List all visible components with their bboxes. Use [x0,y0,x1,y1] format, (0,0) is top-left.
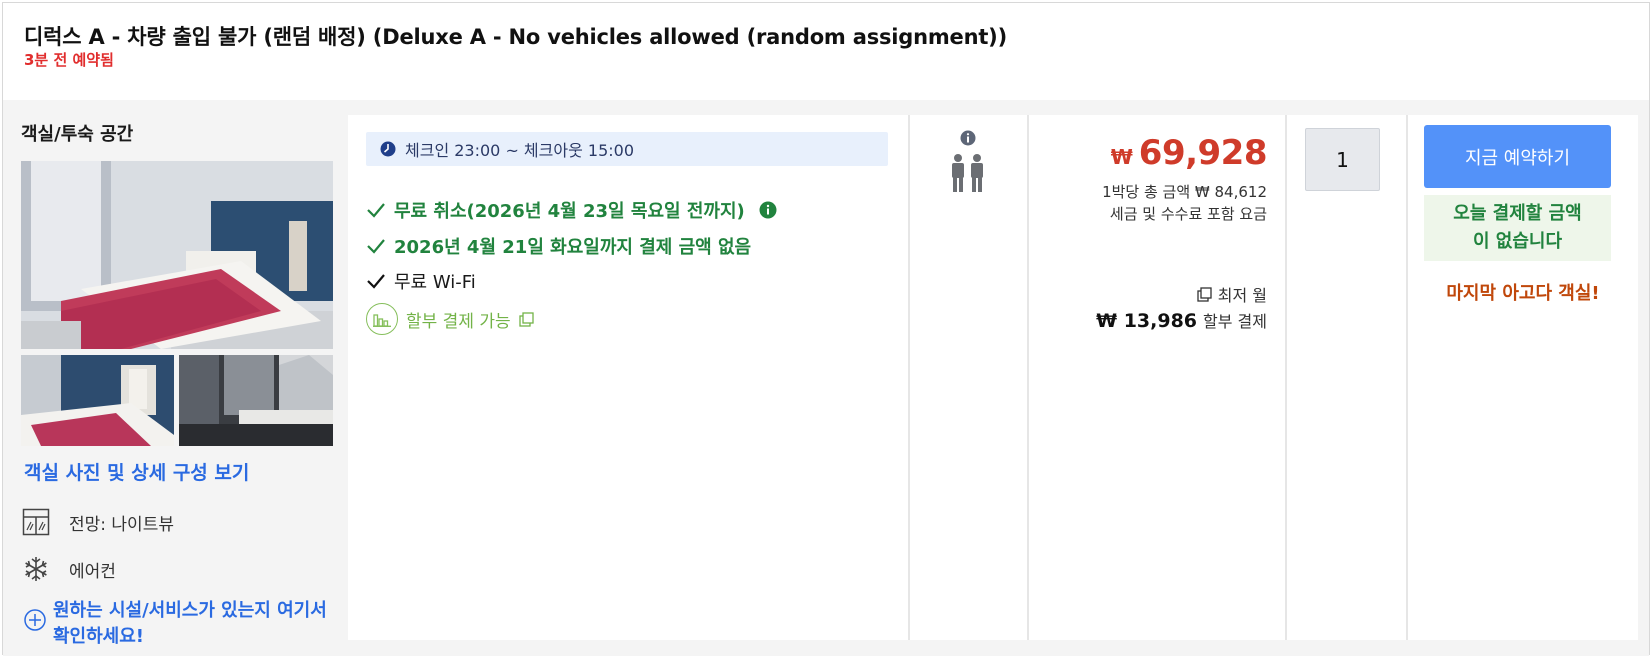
space-title: 객실/투숙 공간 [21,124,134,145]
snowflake-icon [21,554,51,584]
room-photo-bed[interactable] [21,355,174,446]
no-payment-today-box: 오늘 결제할 금액 이 없습니다 [1424,195,1611,261]
benefit-pay-later: 2026년 4월 21일 화요일까지 결제 금액 없음 [366,233,751,259]
external-link-icon [1197,286,1212,302]
facility-view: 전망: 나이트뷰 [21,505,174,539]
per-night-total: 1박당 총 금액 ₩ 84,612 [1102,183,1267,201]
book-now-button[interactable]: 지금 예약하기 [1424,125,1611,188]
view-room-photos-link[interactable]: 객실 사진 및 상세 구성 보기 [24,458,249,485]
clock-icon [380,141,396,157]
quantity-panel: 1 [1287,115,1406,640]
room-space-column: 객실/투숙 공간 객실 사진 및 상세 구성 보기 전망: 나이트뷰 에어컨 원… [3,100,347,656]
room-header: 디럭스 A - 차량 출입 불가 (랜덤 배정) (Deluxe A - No … [3,3,1649,100]
check-icon [367,274,385,289]
facility-label: 에어컨 [69,561,116,582]
installment-chart-icon [366,303,398,335]
plus-circle-icon [23,608,47,632]
find-facilities-link[interactable]: 원하는 시설/서비스가 있는지 여기서 확인하세요! [23,598,335,650]
benefit-text: 2026년 4월 21일 화요일까지 결제 금액 없음 [394,237,752,258]
room-photo-bathroom[interactable] [179,355,333,446]
monthly-installment-label[interactable]: 최저 월 [1197,282,1267,306]
external-link-icon [519,311,534,327]
window-view-icon [21,507,51,537]
tax-note: 세금 및 수수료 포함 요금 [1109,205,1267,223]
checkin-text: 체크인 23:00 ~ 체크아웃 15:00 [405,141,635,160]
room-title: 디럭스 A - 차량 출입 불가 (랜덤 배정) (Deluxe A - No … [24,25,1007,49]
benefit-free-cancellation: 무료 취소(2026년 4월 23일 목요일 전까지) [366,197,777,223]
room-body: 객실/투숙 공간 객실 사진 및 상세 구성 보기 전망: 나이트뷰 에어컨 원… [3,100,1649,656]
last-room-alert: 마지막 아고다 객실! [1446,283,1600,304]
facility-aircon: 에어컨 [21,552,116,586]
monthly-amount-suffix: 할부 결제 [1203,312,1267,331]
installment-text: 할부 결제 가능 [406,311,511,332]
info-icon[interactable] [759,201,777,219]
checkin-times: 체크인 23:00 ~ 체크아웃 15:00 [366,132,888,166]
price-amount: 69,928 [1138,133,1268,173]
installment-link[interactable]: 할부 결제 가능 [366,303,534,335]
benefits-panel: 체크인 23:00 ~ 체크아웃 15:00 무료 취소(2026년 4월 23… [348,115,908,640]
find-facilities-text: 원하는 시설/서비스가 있는지 여기서 확인하세요! [53,600,327,647]
no-pay-line-2: 이 없습니다 [1472,231,1563,252]
recently-booked-badge: 3분 전 예약됨 [24,51,114,69]
benefit-text: 무료 취소(2026년 4월 23일 목요일 전까지) [394,201,745,222]
room-quantity-select[interactable]: 1 [1305,128,1380,191]
room-photo-main[interactable] [21,161,333,349]
benefit-free-wifi: 무료 Wi-Fi [366,268,476,294]
check-icon [367,203,385,218]
two-adults-icon [952,154,983,192]
monthly-amount-value: ₩ 13,986 [1096,310,1198,332]
benefit-text: 무료 Wi-Fi [394,272,476,293]
facility-label: 전망: 나이트뷰 [69,514,174,535]
monthly-label-text: 최저 월 [1217,286,1267,305]
occupancy-panel [910,115,1027,640]
booking-panel: 지금 예약하기 오늘 결제할 금액 이 없습니다 마지막 아고다 객실! [1408,115,1638,640]
nightly-price: ₩ 69,928 [1110,133,1268,173]
room-card: 디럭스 A - 차량 출입 불가 (랜덤 배정) (Deluxe A - No … [2,2,1650,656]
check-icon [367,239,385,254]
currency-symbol: ₩ [1110,145,1133,169]
no-pay-line-1: 오늘 결제할 금액 [1453,203,1582,224]
price-panel: ₩ 69,928 1박당 총 금액 ₩ 84,612 세금 및 수수료 포함 요… [1029,115,1285,640]
info-icon[interactable] [960,130,976,146]
monthly-installment-amount: ₩ 13,986 할부 결제 [1096,308,1267,332]
